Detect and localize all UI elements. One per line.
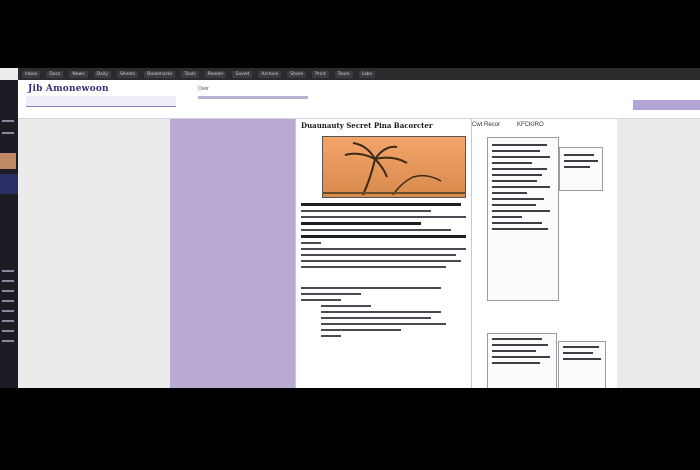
bookmark-tab[interactable]: News [69, 70, 88, 78]
info-box [487, 333, 557, 388]
bookmark-tab[interactable]: Archive [258, 70, 282, 78]
bookmark-tab[interactable]: Share [287, 70, 307, 78]
side-card [558, 341, 606, 388]
left-sidebar [0, 80, 18, 388]
left-column [18, 119, 170, 388]
bookmark-tab[interactable]: Sheets [116, 70, 139, 78]
bookmark-tab[interactable]: Reader [204, 70, 227, 78]
sidebar-item[interactable] [2, 280, 14, 282]
article-body [301, 203, 466, 272]
bookmark-tab[interactable]: Labs [358, 70, 375, 78]
divider [26, 106, 176, 107]
sidebar-item[interactable] [2, 340, 14, 342]
sidebar-thumbnail[interactable] [0, 153, 16, 169]
sidebar-item[interactable] [2, 320, 14, 322]
side-card [559, 147, 603, 191]
letterbox-bottom [0, 388, 700, 470]
sidebar-item[interactable] [2, 270, 14, 272]
bookmark-tab[interactable]: Inbox [22, 70, 41, 78]
header-nav-link[interactable] [198, 96, 308, 99]
bookmark-tab[interactable]: Saved [232, 70, 253, 78]
bookmark-tab[interactable]: Print [312, 70, 329, 78]
header-action-bar[interactable] [633, 100, 700, 110]
right-panel: Cwt Recor KFCKIRO [472, 119, 618, 388]
sidebar-item[interactable] [2, 310, 14, 312]
header-nav-label[interactable]: Over [198, 86, 328, 92]
panel-label[interactable]: KFCKIRO [517, 122, 544, 128]
sidebar-item[interactable] [2, 330, 14, 332]
bookmark-bar: Inbox Docs News Daily Sheets Bookmarks T… [18, 68, 700, 80]
sidebar-item[interactable] [2, 290, 14, 292]
site-logo[interactable]: Jib Amonewoon [28, 84, 109, 94]
site-header: Jib Amonewoon Over [18, 80, 700, 119]
bookmark-tab[interactable]: Bookmarks [144, 70, 176, 78]
hero-image [322, 136, 466, 198]
palm-silhouette-icon [323, 142, 465, 196]
bookmark-tab[interactable]: Docs [46, 70, 64, 78]
sidebar-active-item[interactable] [0, 174, 18, 194]
header-nav: Over [198, 86, 328, 106]
main-article: Duaunauty Secret Pina Bacorcter [295, 119, 472, 388]
sidebar-item[interactable] [2, 300, 14, 302]
bookmark-tab[interactable]: Daily [93, 70, 111, 78]
bookmark-tab[interactable]: Tools [181, 70, 199, 78]
ad-column [170, 119, 295, 388]
sidebar-item[interactable] [2, 120, 14, 122]
sidebar-item[interactable] [2, 132, 14, 134]
site-tagline [26, 96, 176, 106]
info-box [487, 137, 559, 301]
browser-window: Inbox Docs News Daily Sheets Bookmarks T… [0, 68, 700, 388]
article-title: Duaunauty Secret Pina Bacorcter [301, 121, 433, 130]
bookmark-tab[interactable]: Team [334, 70, 353, 78]
article-list [301, 287, 466, 341]
panel-label[interactable]: Cwt Recor [472, 122, 500, 128]
right-column [617, 119, 700, 388]
